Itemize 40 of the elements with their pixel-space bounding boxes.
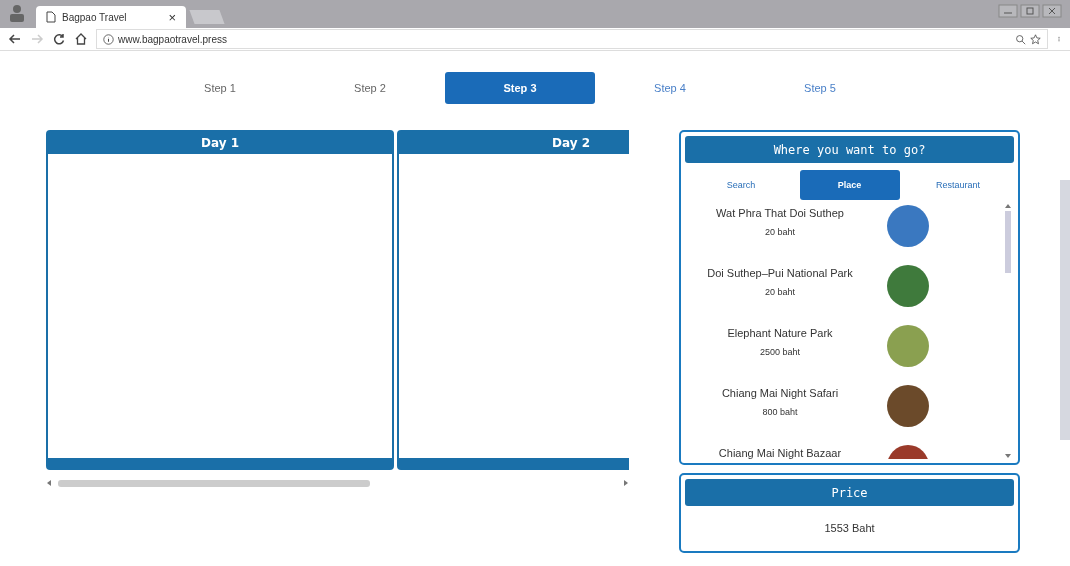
panel-title: Price (685, 479, 1014, 506)
scroll-down-icon[interactable] (1005, 453, 1011, 459)
place-name[interactable]: Doi Suthep–Pui National Park (707, 267, 853, 279)
address-field[interactable]: www.bagpaotravel.press (96, 29, 1048, 49)
scroll-right-icon[interactable] (623, 480, 629, 486)
scrollbar-thumb[interactable] (1005, 211, 1011, 273)
category-tab[interactable]: Restaurant (908, 170, 1008, 200)
step-tab[interactable]: Step 5 (745, 72, 895, 104)
reload-icon[interactable] (52, 32, 66, 46)
page-scrollbar[interactable] (1060, 180, 1070, 440)
panel-title: Where you want to go? (685, 136, 1014, 163)
place-price: 2500 baht (759, 347, 800, 357)
step-tab[interactable]: Step 3 (445, 72, 595, 104)
step-tab[interactable]: Step 4 (595, 72, 745, 104)
category-tab[interactable]: Search (691, 170, 791, 200)
category-tab[interactable]: Place (799, 170, 900, 200)
home-icon[interactable] (74, 32, 88, 46)
day-title: Day 2 (399, 132, 629, 154)
browser-tab[interactable]: Bagpao Travel × (36, 6, 186, 28)
place-name[interactable]: Chiang Mai Night Bazaar (718, 447, 842, 459)
place-price: 800 baht (762, 407, 798, 417)
total-price: 1553 Baht (823, 522, 876, 534)
place-price: 20 baht (765, 227, 795, 237)
page-icon (46, 11, 56, 23)
scroll-left-icon[interactable] (46, 480, 52, 486)
step-tab[interactable]: Step 2 (295, 72, 445, 104)
scroll-up-icon[interactable] (1005, 203, 1011, 209)
zoom-icon[interactable] (1015, 33, 1026, 45)
close-tab-button[interactable]: × (168, 9, 176, 25)
back-icon[interactable] (8, 32, 22, 46)
day-title: Day 1 (48, 132, 392, 154)
place-name[interactable]: Chiang Mai Night Safari (721, 387, 839, 399)
step-tab[interactable]: Step 1 (145, 72, 295, 104)
place-name[interactable]: Elephant Nature Park (727, 327, 833, 339)
info-icon (103, 33, 114, 45)
place-name[interactable]: Wat Phra That Doi Suthep (716, 207, 844, 219)
scrollbar-thumb[interactable] (58, 479, 370, 487)
place-price: 20 baht (765, 287, 795, 297)
star-icon[interactable] (1030, 33, 1041, 45)
close-icon[interactable] (1042, 4, 1062, 18)
